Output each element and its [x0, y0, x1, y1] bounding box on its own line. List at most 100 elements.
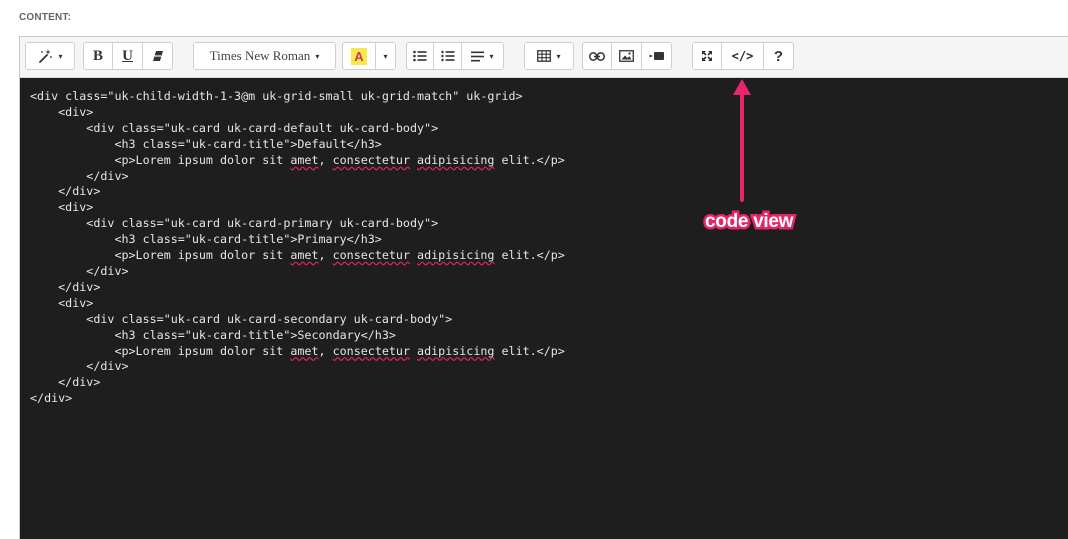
image-icon	[619, 50, 634, 62]
code-text: ,	[318, 248, 333, 263]
clear-format-button[interactable]	[143, 42, 173, 70]
code-text: <h3 class="uk-card-title">Primary</h3>	[30, 232, 382, 247]
text-color-button[interactable]: A	[342, 42, 376, 70]
insert-image-button[interactable]	[612, 42, 642, 70]
editor-toolbar: ▾ B U Times New Roman ▾ A ▾ ▾ ▾ </> ?	[20, 37, 1068, 78]
code-line: <div class="uk-card uk-card-secondary uk…	[30, 312, 452, 326]
code-text: <div>	[30, 104, 94, 119]
bold-icon: B	[92, 47, 103, 64]
bold-button[interactable]: B	[83, 42, 113, 70]
code-line: <div class="uk-child-width-1-3@m uk-grid…	[30, 89, 523, 103]
code-text: </div>	[30, 279, 101, 294]
code-text: <div>	[30, 295, 94, 310]
eraser-icon	[152, 50, 164, 62]
code-text: <p>Lorem ipsum dolor sit	[30, 248, 291, 263]
misspelled-word: consectetur	[332, 248, 410, 263]
code-text: </div>	[30, 391, 73, 406]
code-view-icon: </>	[731, 49, 754, 63]
fullscreen-icon	[701, 50, 713, 62]
code-line: <p>Lorem ipsum dolor sit amet, consectet…	[30, 152, 565, 167]
underline-icon: U	[122, 47, 133, 64]
misspelled-word: consectetur	[332, 343, 410, 358]
code-line: <div>	[30, 200, 93, 214]
caret-down-icon: ▾	[58, 51, 63, 61]
misspelled-word: consectetur	[332, 152, 410, 167]
font-family-dropdown[interactable]: Times New Roman ▾	[193, 42, 336, 70]
code-text: elit.</p>	[494, 248, 565, 263]
code-text: </div>	[30, 359, 129, 374]
magic-wand-icon	[37, 48, 53, 64]
code-view-button[interactable]: </>	[722, 42, 764, 70]
code-text: </div>	[30, 375, 101, 390]
code-text: <h3 class="uk-card-title">Secondary</h3>	[30, 327, 396, 342]
code-text: </div>	[30, 263, 129, 278]
table-dropdown-button[interactable]: ▾	[524, 42, 574, 70]
code-text: </div>	[30, 184, 101, 199]
video-icon	[649, 51, 665, 61]
code-text: <div class="uk-child-width-1-3@m uk-grid…	[30, 89, 523, 103]
code-text: <h3 class="uk-card-title">Default</h3>	[30, 136, 382, 151]
html-source-code: <div class="uk-child-width-1-3@m uk-grid…	[30, 89, 565, 407]
style-dropdown-button[interactable]: ▾	[25, 42, 75, 70]
misspelled-word: adipisicing	[417, 248, 495, 263]
link-icon	[589, 51, 605, 61]
code-line: </div>	[30, 184, 100, 198]
insert-link-button[interactable]	[582, 42, 612, 70]
code-text: elit.</p>	[494, 343, 565, 358]
misspelled-word: adipisicing	[417, 152, 495, 167]
code-text: <div>	[30, 200, 94, 215]
insert-video-button[interactable]	[642, 42, 672, 70]
code-line: </div>	[30, 168, 129, 183]
code-editor-area[interactable]: <div class="uk-child-width-1-3@m uk-grid…	[20, 78, 1068, 539]
caret-down-icon: ▾	[489, 51, 494, 61]
misspelled-word: amet	[290, 343, 319, 358]
code-text: <p>Lorem ipsum dolor sit	[30, 343, 291, 358]
annotation-arrow-shaft	[740, 92, 744, 202]
misspelled-word: amet	[290, 248, 319, 263]
code-text: elit.</p>	[494, 152, 565, 167]
fullscreen-button[interactable]	[692, 42, 722, 70]
code-text: <div class="uk-card uk-card-default uk-c…	[30, 120, 439, 135]
annotation-label: code view	[702, 209, 795, 235]
help-icon: ?	[773, 47, 784, 65]
code-line: <div class="uk-card uk-card-primary uk-c…	[30, 216, 438, 230]
align-icon	[471, 51, 485, 62]
code-line: <h3 class="uk-card-title">Secondary</h3>	[30, 327, 396, 342]
text-color-dropdown-button[interactable]: ▾	[376, 42, 396, 70]
code-line: </div>	[30, 359, 129, 374]
align-dropdown-button[interactable]: ▾	[462, 42, 504, 70]
code-line: </div>	[30, 280, 100, 294]
code-text: </div>	[30, 168, 129, 183]
help-button[interactable]: ?	[764, 42, 794, 70]
code-line: <div>	[30, 296, 93, 310]
code-line: <p>Lorem ipsum dolor sit amet, consectet…	[30, 343, 565, 358]
code-line: <h3 class="uk-card-title">Primary</h3>	[30, 232, 382, 247]
rich-text-editor: ▾ B U Times New Roman ▾ A ▾ ▾ ▾ </> ? <d…	[19, 36, 1068, 539]
caret-down-icon: ▾	[315, 51, 320, 61]
code-line: <h3 class="uk-card-title">Default</h3>	[30, 136, 382, 151]
caret-down-icon: ▾	[556, 51, 561, 61]
numbered-list-button[interactable]	[434, 42, 462, 70]
code-line: </div>	[30, 263, 129, 278]
caret-down-icon: ▾	[383, 51, 388, 61]
code-line: <div class="uk-card uk-card-default uk-c…	[30, 121, 438, 135]
underline-button[interactable]: U	[113, 42, 143, 70]
annotation-arrow-icon	[733, 79, 751, 95]
code-line: <div>	[30, 105, 93, 119]
misspelled-word: amet	[290, 152, 319, 167]
bullet-list-icon	[413, 50, 427, 62]
code-text: ,	[318, 152, 333, 167]
font-family-value: Times New Roman	[209, 48, 311, 63]
content-field-label: CONTENT:	[19, 12, 72, 23]
numbered-list-icon	[441, 50, 455, 62]
code-text: <div class="uk-card uk-card-primary uk-c…	[30, 216, 439, 231]
text-color-icon: A	[351, 47, 367, 65]
misspelled-word: adipisicing	[417, 343, 495, 358]
code-text: <p>Lorem ipsum dolor sit	[30, 152, 291, 167]
bullet-list-button[interactable]	[406, 42, 434, 70]
table-icon	[537, 50, 552, 62]
code-text: <div class="uk-card uk-card-secondary uk…	[30, 311, 453, 326]
code-text: ,	[318, 343, 333, 358]
